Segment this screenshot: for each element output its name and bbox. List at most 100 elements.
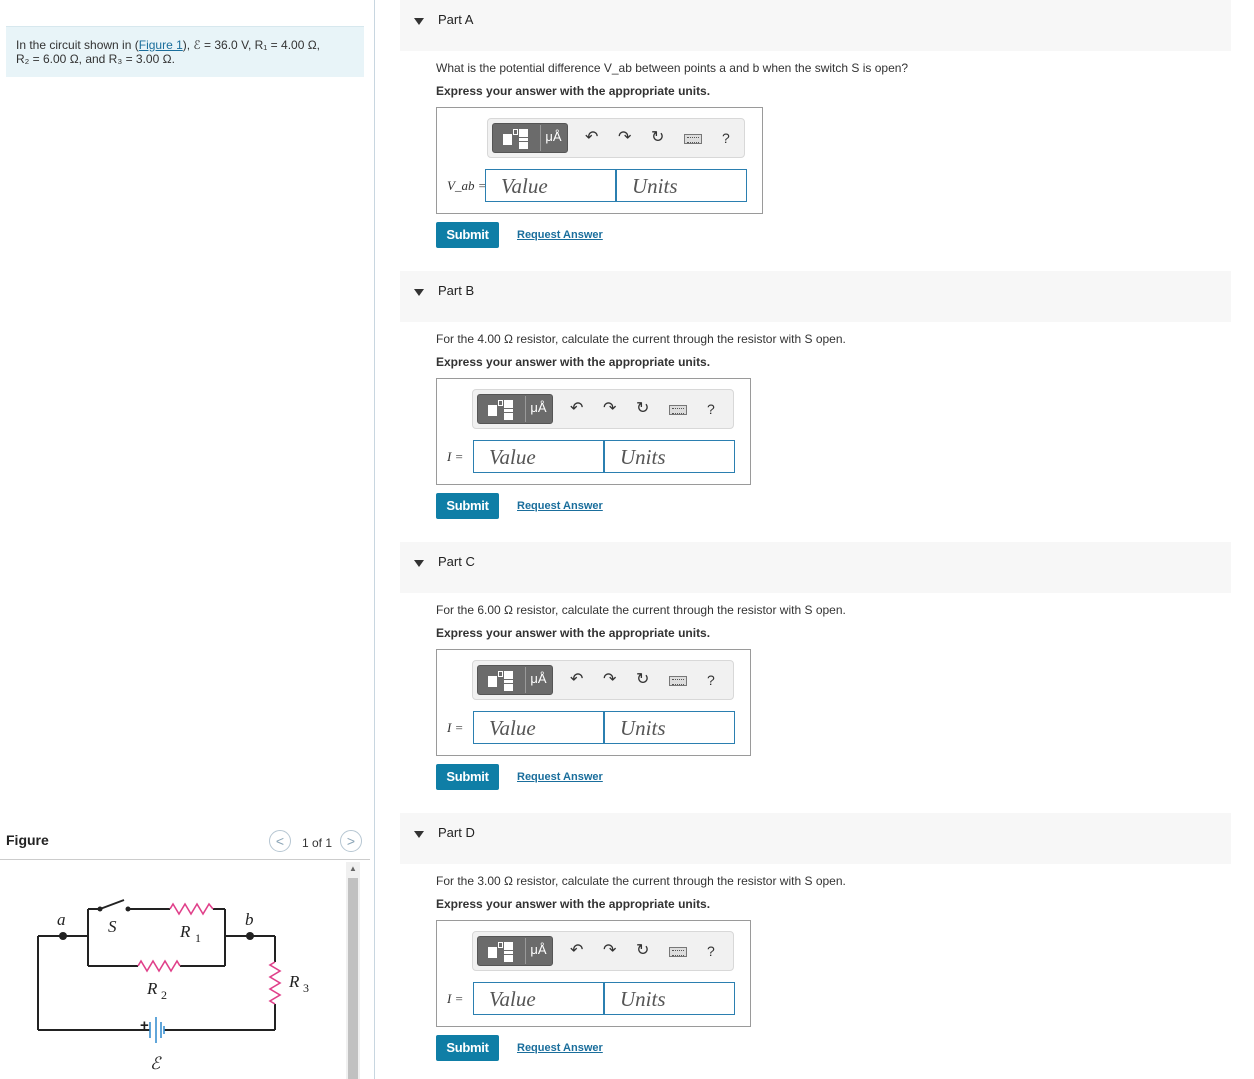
keyboard-icon[interactable] xyxy=(669,947,687,957)
fraction-template-button[interactable] xyxy=(479,667,524,693)
keyboard-icon[interactable] xyxy=(684,134,702,144)
fraction-template-button[interactable] xyxy=(479,396,524,422)
redo-icon[interactable]: ↷ xyxy=(603,943,616,959)
math-toolbar: μÅ ↶ ↷ ↻ ? xyxy=(472,931,734,971)
label-switch: S xyxy=(108,917,117,936)
part-instruction: Express your answer with the appropriate… xyxy=(436,626,711,640)
value-input[interactable]: Value xyxy=(473,440,604,473)
intro-line1: , ℰ = 36.0 V, R₁ = 4.00 Ω, xyxy=(186,38,321,52)
redo-icon[interactable]: ↷ xyxy=(603,401,616,417)
scroll-thumb[interactable] xyxy=(348,878,358,1079)
input-label: I = xyxy=(447,991,463,1007)
input-label-text: V_ab = xyxy=(447,178,487,193)
units-input[interactable]: Units xyxy=(604,440,735,473)
keyboard-icon[interactable] xyxy=(669,405,687,415)
input-label: V_ab = xyxy=(447,178,486,194)
resistor-r1 xyxy=(169,902,214,916)
units-template-button[interactable]: μÅ xyxy=(525,667,551,693)
undo-icon[interactable]: ↶ xyxy=(570,672,583,688)
answer-box: μÅ ↶ ↷ ↻ ? I = Value Units xyxy=(436,378,751,485)
units-input[interactable]: Units xyxy=(616,169,747,202)
units-template-button[interactable]: μÅ xyxy=(525,938,551,964)
circuit-figure: a b S R R R ℰ 1 2 3 + xyxy=(0,862,346,1079)
submit-button[interactable]: Submit xyxy=(436,222,499,248)
undo-icon[interactable]: ↶ xyxy=(585,130,598,146)
help-icon[interactable]: ? xyxy=(722,130,730,146)
label-r2: R xyxy=(146,979,158,998)
collapse-caret-icon[interactable] xyxy=(414,289,424,296)
label-r3-sub: 3 xyxy=(303,981,309,995)
math-toolbar: μÅ ↶ ↷ ↻ ? xyxy=(472,660,734,700)
submit-button[interactable]: Submit xyxy=(436,493,499,519)
resistor-r3 xyxy=(268,961,282,1005)
submit-button[interactable]: Submit xyxy=(436,764,499,790)
intro-line2: R₂ = 6.00 Ω, and R₃ = 3.00 Ω. xyxy=(16,52,175,66)
template-buttons[interactable]: μÅ xyxy=(477,936,553,966)
part-header-3[interactable]: Part D xyxy=(400,813,1231,864)
label-r2-sub: 2 xyxy=(161,988,167,1002)
value-input[interactable]: Value xyxy=(485,169,616,202)
part-title: Part A xyxy=(438,12,474,27)
node-a-dot xyxy=(59,932,67,940)
collapse-caret-icon[interactable] xyxy=(414,18,424,25)
label-r3: R xyxy=(288,972,300,991)
resistor-r2 xyxy=(137,959,181,973)
request-answer-link[interactable]: Request Answer xyxy=(517,500,603,512)
part-question: For the 3.00 Ω resistor, calculate the c… xyxy=(436,874,846,888)
part-header-1[interactable]: Part B xyxy=(400,271,1231,322)
template-buttons[interactable]: μÅ xyxy=(492,123,568,153)
node-b-dot xyxy=(246,932,254,940)
template-buttons[interactable]: μÅ xyxy=(477,665,553,695)
math-toolbar: μÅ ↶ ↷ ↻ ? xyxy=(487,118,745,158)
units-input[interactable]: Units xyxy=(604,711,735,744)
figure-scrollbar[interactable]: ▲ xyxy=(346,862,360,1079)
redo-icon[interactable]: ↷ xyxy=(618,130,631,146)
undo-icon[interactable]: ↶ xyxy=(570,943,583,959)
request-answer-link[interactable]: Request Answer xyxy=(517,1042,603,1054)
units-input[interactable]: Units xyxy=(604,982,735,1015)
scroll-up-arrow-icon[interactable]: ▲ xyxy=(349,864,357,873)
units-template-button[interactable]: μÅ xyxy=(525,396,551,422)
value-input[interactable]: Value xyxy=(473,982,604,1015)
keyboard-icon[interactable] xyxy=(669,676,687,686)
input-label-text: I = xyxy=(447,720,464,735)
fraction-template-button[interactable] xyxy=(479,938,524,964)
request-answer-link[interactable]: Request Answer xyxy=(517,229,603,241)
redo-icon[interactable]: ↷ xyxy=(603,672,616,688)
value-input[interactable]: Value xyxy=(473,711,604,744)
question-text: For the 6.00 Ω resistor, calculate the c… xyxy=(436,603,846,617)
label-emf: ℰ xyxy=(150,1054,162,1073)
math-toolbar: μÅ ↶ ↷ ↻ ? xyxy=(472,389,734,429)
figure-next-button[interactable]: > xyxy=(340,830,362,852)
input-label-text: I = xyxy=(447,991,464,1006)
part-header-2[interactable]: Part C xyxy=(400,542,1231,593)
fraction-template-button[interactable] xyxy=(494,125,539,151)
part-question: What is the potential difference V_ab be… xyxy=(436,61,908,75)
reset-icon[interactable]: ↻ xyxy=(636,672,649,688)
figure-prev-button[interactable]: < xyxy=(269,830,291,852)
undo-icon[interactable]: ↶ xyxy=(570,401,583,417)
part-header-0[interactable]: Part A xyxy=(400,0,1231,51)
request-answer-link[interactable]: Request Answer xyxy=(517,771,603,783)
label-r1: R xyxy=(179,922,191,941)
label-plus: + xyxy=(140,1017,149,1034)
left-panel: In the circuit shown in (Figure 1), ℰ = … xyxy=(0,0,375,1079)
label-r1-sub: 1 xyxy=(195,931,201,945)
units-template-button[interactable]: μÅ xyxy=(540,125,566,151)
figure-link[interactable]: Figure 1 xyxy=(139,38,183,52)
help-icon[interactable]: ? xyxy=(707,672,715,688)
input-label-text: I = xyxy=(447,449,464,464)
help-icon[interactable]: ? xyxy=(707,943,715,959)
reset-icon[interactable]: ↻ xyxy=(651,130,664,146)
submit-button[interactable]: Submit xyxy=(436,1035,499,1061)
answer-box: μÅ ↶ ↷ ↻ ? V_ab = Value Units xyxy=(436,107,763,214)
part-instruction: Express your answer with the appropriate… xyxy=(436,897,711,911)
reset-icon[interactable]: ↻ xyxy=(636,943,649,959)
part-question: For the 6.00 Ω resistor, calculate the c… xyxy=(436,603,846,617)
input-label: I = xyxy=(447,720,463,736)
collapse-caret-icon[interactable] xyxy=(414,560,424,567)
collapse-caret-icon[interactable] xyxy=(414,831,424,838)
reset-icon[interactable]: ↻ xyxy=(636,401,649,417)
help-icon[interactable]: ? xyxy=(707,401,715,417)
template-buttons[interactable]: μÅ xyxy=(477,394,553,424)
